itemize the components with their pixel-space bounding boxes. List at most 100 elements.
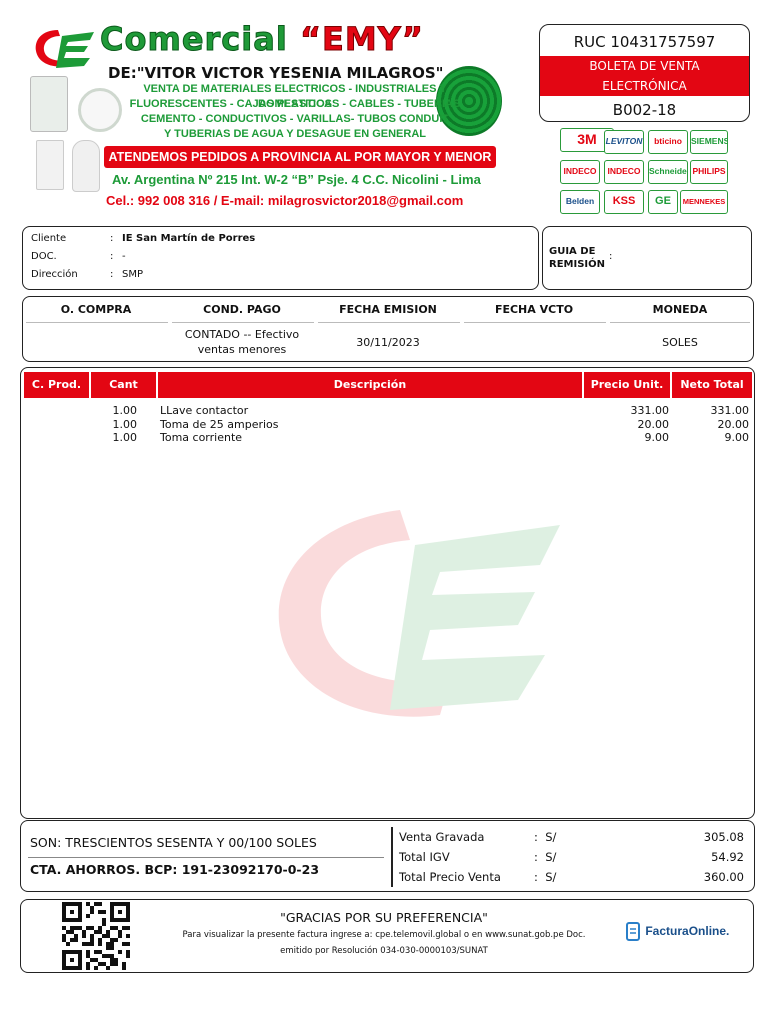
col-header-moneda: MONEDA [652, 303, 708, 316]
brand-logo-philips: PHILIPS [690, 160, 728, 184]
watermark-logo [250, 500, 570, 730]
col-header-fecha-emision: FECHA EMISION [339, 303, 437, 316]
cond-pago-value: CONTADO -- Efectivo ventas menores [170, 327, 314, 357]
provider-name: FacturaOnline. [645, 924, 730, 939]
brand-logo-ge: GE [648, 190, 678, 214]
document-type: BOLETA DE VENTA ELECTRÓNICA [540, 56, 749, 96]
guia-label-line: REMISIÓN [549, 259, 605, 270]
divider [610, 322, 750, 323]
document-icon [626, 922, 640, 941]
igv-value: 54.92 [711, 850, 744, 864]
amount-in-words: SON: TRESCIENTOS SESENTA Y 00/100 SOLES [30, 835, 317, 850]
brand-logo-leviton: LEVITON [604, 130, 644, 154]
divider [391, 827, 393, 887]
company-logo [28, 24, 98, 72]
items-header-code: C. Prod. [24, 372, 89, 398]
services-line: Y TUBERIAS DE AGUA Y DESAGUE EN GENERAL [163, 128, 426, 140]
brand-logo-schneider: Schneider [648, 160, 688, 184]
items-header-unit-price: Precio Unit. [584, 372, 670, 398]
col-header-cond-pago: COND. PAGO [203, 303, 281, 316]
currency: S/ [545, 850, 557, 864]
brand-logo-belden: Belden [560, 190, 600, 214]
total-value: 360.00 [703, 870, 744, 884]
services-line: FLUORESCENTES - CAJAS PLASTICAS - CABLES… [129, 98, 461, 110]
total-currency: : S/ [534, 870, 556, 884]
colon: : [534, 830, 538, 844]
guia-value: : [609, 251, 613, 262]
bank-account: CTA. AHORROS. BCP: 191-23092170-0-23 [30, 862, 320, 877]
cond-pago-line: ventas menores [197, 343, 287, 356]
brand-logo-mennekes: MENNEKES [680, 190, 728, 214]
wholesale-banner: ATENDEMOS PEDIDOS A PROVINCIA AL POR MAY… [104, 146, 496, 168]
switch-image [36, 140, 64, 190]
items-header-net-total: Neto Total [672, 372, 752, 398]
total-label: Total Precio Venta [399, 870, 501, 884]
col-header-compra: O. COMPRA [60, 303, 132, 316]
colon: : [534, 850, 538, 864]
divider [172, 322, 314, 323]
client-box [22, 226, 539, 290]
item-qty: 1.00 [112, 404, 138, 417]
item-net-total: 331.00 [710, 404, 750, 417]
item-description: Toma de 25 amperios [160, 417, 279, 431]
venta-gravada-value: 305.08 [703, 830, 744, 844]
item-qty: 1.00 [112, 431, 138, 444]
document-number: B002-18 [612, 101, 677, 119]
divider [318, 322, 460, 323]
client-value: IE San Martín de Porres [122, 233, 256, 244]
ruc-number: RUC 10431757597 [573, 33, 716, 51]
guia-label-line: GUIA DE [549, 246, 596, 257]
doc-sep: : [110, 251, 114, 262]
venta-gravada-currency: : S/ [534, 830, 556, 844]
currency: S/ [545, 870, 557, 884]
brand-logo-indeco: INDECO [604, 160, 644, 184]
address-value: SMP [122, 269, 144, 280]
item-net-total: 9.00 [724, 431, 750, 444]
item-unit-price: 20.00 [637, 417, 670, 431]
services-line: CEMENTO - CONDUCTIVOS - VARILLAS- TUBOS … [140, 113, 450, 125]
breaker-image [30, 76, 68, 132]
divider [26, 322, 168, 323]
igv-currency: : S/ [534, 850, 556, 864]
moneda-value: SOLES [662, 336, 698, 349]
owner-name: DE:"VITOR VICTOR YESENIA MILAGROS" [108, 64, 444, 82]
table-row: 1.00 Toma corriente 9.00 9.00 [0, 431, 768, 445]
document-type-line: BOLETA DE VENTA [589, 59, 700, 73]
address-label: Dirección [31, 269, 78, 280]
table-row: 1.00 LLave contactor 331.00 331.00 [0, 404, 768, 418]
item-description: Toma corriente [160, 431, 243, 444]
brand-logo-kss: KSS [604, 190, 644, 214]
brand-logo-bticino: bticino [648, 130, 688, 154]
fecha-emision-value: 30/11/2023 [356, 336, 420, 349]
footer-note: emitido por Resolución 034-030-0000103/S… [280, 946, 488, 956]
company-address: Av. Argentina Nº 215 Int. W-2 “B” Psje. … [112, 172, 481, 187]
doc-label: DOC. [31, 251, 57, 262]
brand-logo-siemens: SIEMENS [690, 130, 728, 154]
table-row: 1.00 Toma de 25 amperios 20.00 20.00 [0, 418, 768, 432]
igv-label: Total IGV [399, 850, 450, 864]
currency: S/ [545, 830, 557, 844]
divider [464, 322, 606, 323]
facturaonline-logo: FacturaOnline. [626, 922, 729, 942]
doc-value: - [122, 251, 126, 262]
divider [28, 857, 384, 858]
item-unit-price: 9.00 [644, 431, 670, 444]
col-header-fecha-vcto: FECHA VCTO [494, 303, 574, 316]
company-contact: Cel.: 992 008 316 / E-mail: milagrosvict… [106, 193, 464, 208]
item-unit-price: 331.00 [630, 404, 670, 417]
guia-label: GUIA DE REMISIÓN [549, 245, 605, 271]
colon: : [534, 870, 538, 884]
document-id-box: RUC 10431757597 BOLETA DE VENTA ELECTRÓN… [539, 24, 750, 122]
brand-logo-indeco: INDECO [560, 160, 600, 184]
client-sep: : [110, 233, 114, 244]
bulb-image [72, 140, 100, 192]
item-description: LLave contactor [160, 404, 249, 417]
brand-emy: “EMY” [299, 20, 424, 59]
items-header-qty: Cant [91, 372, 156, 398]
brand-title: Comercial “EMY” [100, 20, 424, 59]
brand-prefix: Comercial [100, 20, 300, 59]
client-label: Cliente [31, 233, 67, 244]
item-net-total: 20.00 [717, 417, 750, 431]
venta-gravada-label: Venta Gravada [399, 830, 485, 844]
document-type-line: ELECTRÓNICA [602, 79, 687, 93]
